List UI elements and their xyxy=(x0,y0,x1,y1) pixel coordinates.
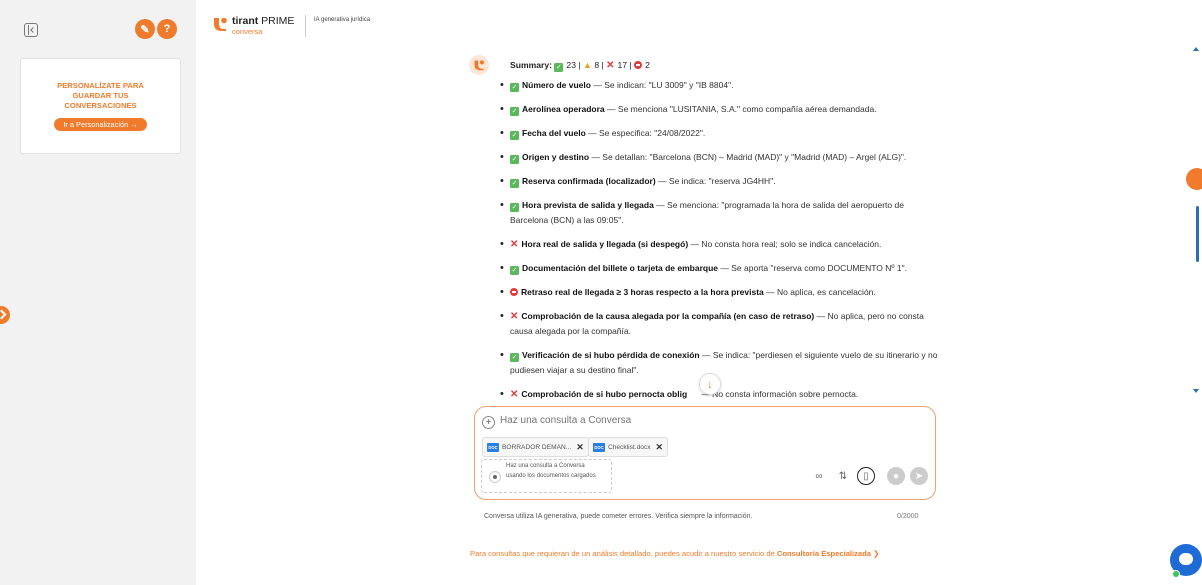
chevron-right-icon[interactable]: ❯ xyxy=(873,549,879,558)
scroll-down-button[interactable]: ↓ xyxy=(699,373,721,395)
sidebar-collapse-icon[interactable] xyxy=(24,23,38,37)
doc-file-icon: DOC xyxy=(487,442,499,452)
item-text: — Se especifica: "24/08/2022". xyxy=(585,128,706,138)
checklist-item: ✓Reserva confirmada (localizador) — Se i… xyxy=(500,174,940,189)
item-title: Fecha del vuelo xyxy=(522,128,586,138)
cross-icon: ✕ xyxy=(606,60,615,71)
personalize-card: PERSONALÍZATE PARA GUARDAR TUS CONVERSAC… xyxy=(20,58,181,154)
check-icon: ✓ xyxy=(510,107,519,116)
tirant-logo-icon xyxy=(214,17,227,31)
check-icon: ✓ xyxy=(510,83,519,92)
item-title: Origen y destino xyxy=(522,152,590,162)
composer: + DOC BORRADOR DEMAN... ✕ DOC Checklist.… xyxy=(474,406,936,500)
item-title: Comprobación de si hubo pernocta oblig xyxy=(521,389,688,399)
brand-tag: IA generativa jurídica xyxy=(314,17,371,23)
attachment-chip[interactable]: DOC Checklist.docx ✕ xyxy=(588,437,669,457)
checklist-item: ✓Verificación de si hubo pérdida de cone… xyxy=(500,348,940,378)
item-title: Reserva confirmada (localizador) xyxy=(522,176,656,186)
help-icon[interactable]: ? xyxy=(157,19,177,39)
consulting-link[interactable]: Consultoría Especializada xyxy=(777,549,871,558)
item-text: — Se menciona "LUSITANIA, S.A." como com… xyxy=(604,104,877,114)
remove-attachment-icon[interactable]: ✕ xyxy=(656,442,664,453)
doc-file-icon: DOC xyxy=(593,442,605,452)
checklist: ✓Número de vuelo — Se indican: "LU 3009"… xyxy=(500,78,940,411)
scroll-down-icon[interactable] xyxy=(1193,389,1199,393)
stop-icon xyxy=(510,288,518,296)
checklist-item: ✓Hora prevista de salida y llegada — Se … xyxy=(500,198,940,228)
item-text: — Se indican: "LU 3009" y "IB 8804". xyxy=(590,80,734,90)
send-icon[interactable]: ➤ xyxy=(910,467,928,485)
checklist-item: ✓Origen y destino — Se detallan: "Barcel… xyxy=(500,150,940,165)
item-text: — No consta hora real; solo se indica ca… xyxy=(688,239,882,249)
check-icon: ✓ xyxy=(510,179,519,188)
attachment-name: Checklist.docx xyxy=(608,443,651,451)
microphone-icon[interactable]: ● xyxy=(887,467,905,485)
item-title: Verificación de si hubo pérdida de conex… xyxy=(522,350,700,360)
checklist-item: Retraso real de llegada ≥ 3 horas respec… xyxy=(500,285,940,300)
item-title: Hora prevista de salida y llegada xyxy=(522,200,654,210)
item-text: — Se aporta "reserva como DOCUMENTO Nº 1… xyxy=(718,263,907,273)
item-text: — Se indica: "reserva JG4HH". xyxy=(655,176,776,186)
check-icon: ✓ xyxy=(554,63,564,72)
docs-mode-label: Haz una consulta a Conversa usando los d… xyxy=(506,463,596,479)
remove-attachment-icon[interactable]: ✕ xyxy=(576,442,584,453)
stop-icon xyxy=(634,61,643,69)
item-title: Aerolínea operadora xyxy=(522,104,605,114)
sidebar: ✎ ? PERSONALÍZATE PARA GUARDAR TUS CONVE… xyxy=(0,0,196,585)
query-input[interactable] xyxy=(500,415,920,426)
scrollbar-thumb[interactable] xyxy=(1196,206,1199,262)
check-icon: ✓ xyxy=(510,266,519,275)
checklist-item: ✓Número de vuelo — Se indican: "LU 3009"… xyxy=(500,78,940,93)
checklist-item: ✕Hora real de salida y llegada (si despe… xyxy=(500,237,940,252)
link-icon[interactable]: ∞ xyxy=(810,467,828,485)
bot-logo-icon xyxy=(474,60,485,71)
item-text: — Se detallan: "Barcelona (BCN) – Madrid… xyxy=(589,152,907,162)
check-icon: ✓ xyxy=(510,203,519,212)
item-title: Documentación del billete o tarjeta de e… xyxy=(522,263,719,273)
check-icon: ✓ xyxy=(510,353,519,362)
online-status-icon xyxy=(1172,570,1180,578)
checklist-item: ✓Aerolínea operadora — Se menciona "LUSI… xyxy=(500,102,940,117)
item-title: Retraso real de llegada ≥ 3 horas respec… xyxy=(521,287,764,297)
side-panel-tab[interactable] xyxy=(1186,168,1202,190)
sort-icon[interactable]: ⇅ xyxy=(834,467,852,485)
header-divider xyxy=(305,15,306,37)
checklist-item: ✕Comprobación de si hubo pernocta oblig … xyxy=(500,387,940,402)
checklist-item: ✓Documentación del billete o tarjeta de … xyxy=(500,261,940,276)
attachment-name: BORRADOR DEMAN... xyxy=(502,443,572,451)
personalize-button[interactable]: Ir a Personalización → xyxy=(54,118,147,131)
personalize-text: PERSONALÍZATE PARA GUARDAR TUS CONVERSAC… xyxy=(57,81,144,110)
cross-icon: ✕ xyxy=(510,239,519,250)
warning-icon: ▲ xyxy=(583,60,592,70)
item-title: Comprobación de la causa alegada por la … xyxy=(521,311,815,321)
brand-product: conversa xyxy=(232,27,263,36)
disclaimer: Conversa utiliza IA generativa, puede co… xyxy=(484,513,753,520)
add-attachment-button[interactable]: + xyxy=(482,416,495,429)
item-title: Número de vuelo xyxy=(522,80,591,90)
check-icon: ✓ xyxy=(510,131,519,140)
checklist-item: ✕Comprobación de la causa alegada por la… xyxy=(500,309,940,339)
cross-icon: ✕ xyxy=(510,389,519,400)
document-icon[interactable]: ▯ xyxy=(857,467,875,485)
checklist-item: ✓Fecha del vuelo — Se especifica: "24/08… xyxy=(500,126,940,141)
summary-line: Summary: ✓ 23 | ▲ 8 | ✕ 17 | 2 xyxy=(510,60,650,72)
docs-mode-toggle[interactable]: Haz una consulta a Conversa usando los d… xyxy=(481,459,612,493)
cross-icon: ✕ xyxy=(510,311,519,322)
attachment-chip[interactable]: DOC BORRADOR DEMAN... ✕ xyxy=(482,437,589,457)
scroll-up-icon[interactable] xyxy=(1193,47,1199,51)
consulting-line: Para consultas que requieran de un análi… xyxy=(470,549,880,558)
brand-name: tirant PRIME xyxy=(232,15,295,27)
item-text: — No aplica, es cancelación. xyxy=(763,287,876,297)
char-counter: 0/2000 xyxy=(897,513,919,520)
bot-avatar xyxy=(469,55,489,75)
check-icon: ✓ xyxy=(510,155,519,164)
item-title: Hora real de salida y llegada (si despeg… xyxy=(521,239,689,249)
toggle-radio-icon[interactable] xyxy=(490,472,500,482)
edit-icon[interactable]: ✎ xyxy=(135,19,155,39)
